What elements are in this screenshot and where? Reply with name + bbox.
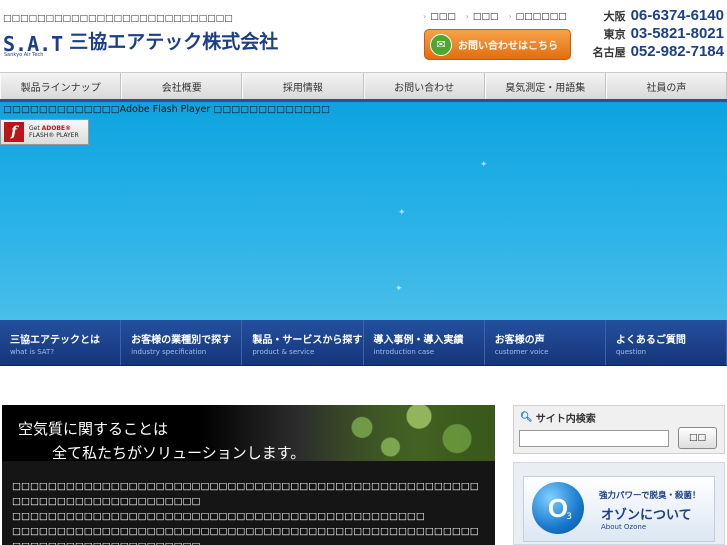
site-tagline: □□□□□□□□□□□□□□□□□□□□□□□□□□□ [3, 14, 233, 24]
subnav-faq[interactable]: よくあるご質問 question [606, 320, 727, 365]
subnav-customer-voice[interactable]: お客様の声 customer voice [485, 320, 606, 365]
subnav-label: 製品・サービスから探す [252, 335, 363, 346]
subnav-label: お客様の声 [494, 335, 545, 346]
leaves-image [305, 405, 495, 461]
top-link-label: □□□ [472, 12, 499, 22]
phone-list: 大阪 06-6374-6140 東京 03-5821-8021 名古屋 052-… [578, 7, 724, 61]
flash-notice: □□□□□□□□□□□□□Adobe Flash Player □□□□□□□□… [3, 104, 330, 115]
subnav-label: お客様の業種別で探す [131, 335, 232, 346]
top-link-1[interactable]: › □□□ [423, 12, 456, 22]
mail-icon: ✉ [430, 33, 452, 56]
top-link-2[interactable]: › □□□ [466, 12, 499, 22]
badge-flash: FLASH® PLAYER [29, 132, 79, 139]
phone-city: 大阪 [603, 10, 626, 23]
o3-letter: O [547, 492, 569, 523]
banner-tagline: 強力パワーで脱臭・殺菌！ [599, 491, 701, 501]
subnav-label: よくあるご質問 [615, 335, 686, 346]
gnav-recruit[interactable]: 採用情報 [242, 73, 364, 99]
page: □□□□□□□□□□□□□□□□□□□□□□□□□□□ S.A.T Sankyo… [0, 0, 727, 545]
subnav-sublabel: customer voice [494, 348, 549, 356]
search-title-label: サイト内検索 [535, 414, 596, 425]
company-name: 三協エアテック株式会社 [69, 31, 279, 53]
top-links: › □□□ › □□□ › □□□□□□ [423, 12, 567, 22]
top-link-label: □□□□□□ [515, 12, 567, 22]
flash-hero-area: □□□□□□□□□□□□□Adobe Flash Player □□□□□□□□… [0, 102, 727, 320]
category-nav: 三協エアテックとは what is SAT? お客様の業種別で探す indust… [0, 320, 727, 366]
search-button[interactable]: □□ [678, 427, 717, 449]
subnav-sublabel: product & service [252, 348, 315, 356]
search-icon: 🔍︎ [520, 412, 533, 423]
gnav-company[interactable]: 会社概要 [121, 73, 243, 99]
subnav-sublabel: question [615, 348, 647, 356]
chevron-right-icon: › [423, 12, 427, 21]
phone-osaka: 大阪 06-6374-6140 [578, 7, 724, 25]
phone-city: 東京 [603, 28, 626, 41]
intro-heading-line2: 全て私たちがソリューションします。 [52, 444, 306, 462]
phone-city: 名古屋 [592, 46, 626, 59]
logo-subtitle: Sankyo Air Tech [4, 52, 44, 58]
global-nav: 製品ラインナップ 会社概要 採用情報 お問い合わせ 臭気測定・用語集 社員の声 [0, 72, 727, 102]
search-title: 🔍︎ サイト内検索 [520, 410, 596, 425]
contact-button-label: お問い合わせはこちら [458, 41, 558, 52]
ozone-banner: O 3 強力パワーで脱臭・殺菌！ オゾンについて About Ozone [513, 462, 725, 545]
badge-get: Get [29, 125, 40, 132]
subnav-cases[interactable]: 導入事例・導入実績 introduction case [364, 320, 485, 365]
intro-body-line: □□□□□□□□□□□□□□□□□□□□□□□□□□□□□□□□□□□□□□□□… [12, 481, 479, 507]
intro-body-line: □□□□□□□□□□□□□□□□□□□□□□□□□□□□□□□□□□□□□□□□… [12, 511, 425, 522]
gnav-staff-voice[interactable]: 社員の声 [605, 73, 727, 99]
subnav-label: 三協エアテックとは [10, 335, 100, 346]
phone-tokyo: 東京 03-5821-8021 [578, 25, 724, 43]
subnav-about[interactable]: 三協エアテックとは what is SAT? [0, 320, 122, 365]
gnav-contact[interactable]: お問い合わせ [363, 73, 485, 99]
gnav-products[interactable]: 製品ラインナップ [0, 73, 122, 99]
site-logo[interactable]: S.A.T Sankyo Air Tech 三協エアテック株式会社 [3, 30, 279, 58]
o3-subscript: 3 [566, 512, 572, 522]
chevron-right-icon: › [465, 12, 469, 21]
top-link-label: □□□ [430, 12, 456, 22]
search-input[interactable] [519, 430, 669, 447]
badge-adobe: ADOBE® [41, 125, 72, 132]
intro-heading-line1: 空気質に関することは [18, 420, 169, 438]
phone-number[interactable]: 03-5821-8021 [631, 25, 724, 42]
intro-body-line: □□□□□□□□□□□□□□□□□□□□□□□□□□□□□□□□□□□□□□□□… [12, 526, 479, 545]
flash-badge-text: Get ADOBE® FLASH® PLAYER [29, 125, 79, 139]
phone-number[interactable]: 052-982-7184 [631, 43, 724, 60]
flash-logo-icon: f [4, 122, 24, 142]
top-link-3[interactable]: › □□□□□□ [508, 12, 566, 22]
phone-nagoya: 名古屋 052-982-7184 [578, 43, 724, 61]
intro-panel: 空気質に関することは 全て私たちがソリューションします。 □□□□□□□□□□□… [2, 405, 495, 545]
ozone-banner-link[interactable]: O 3 強力パワーで脱臭・殺菌！ オゾンについて About Ozone [523, 476, 715, 542]
phone-number[interactable]: 06-6374-6140 [631, 7, 724, 24]
banner-title: オゾンについて [601, 508, 692, 523]
gnav-odor-measurement[interactable]: 臭気測定・用語集 [484, 73, 606, 99]
subnav-sublabel: industry specification [131, 348, 207, 356]
site-search: 🔍︎ サイト内検索 □□ [513, 405, 725, 454]
subnav-product-service[interactable]: 製品・サービスから探す product & service [242, 320, 364, 365]
get-flash-player-button[interactable]: f Get ADOBE® FLASH® PLAYER [0, 119, 89, 145]
banner-subtitle: About Ozone [601, 523, 647, 531]
subnav-sublabel: what is SAT? [10, 348, 55, 356]
logo-mark: S.A.T [3, 32, 64, 56]
ozone-o3-icon: O 3 [532, 482, 584, 534]
intro-body: □□□□□□□□□□□□□□□□□□□□□□□□□□□□□□□□□□□□□□□□… [12, 479, 487, 545]
chevron-right-icon: › [508, 12, 512, 21]
contact-button[interactable]: ✉ お問い合わせはこちら [424, 29, 571, 60]
subnav-industry[interactable]: お客様の業種別で探す industry specification [121, 320, 243, 365]
subnav-sublabel: introduction case [373, 348, 435, 356]
subnav-label: 導入事例・導入実績 [373, 335, 464, 346]
